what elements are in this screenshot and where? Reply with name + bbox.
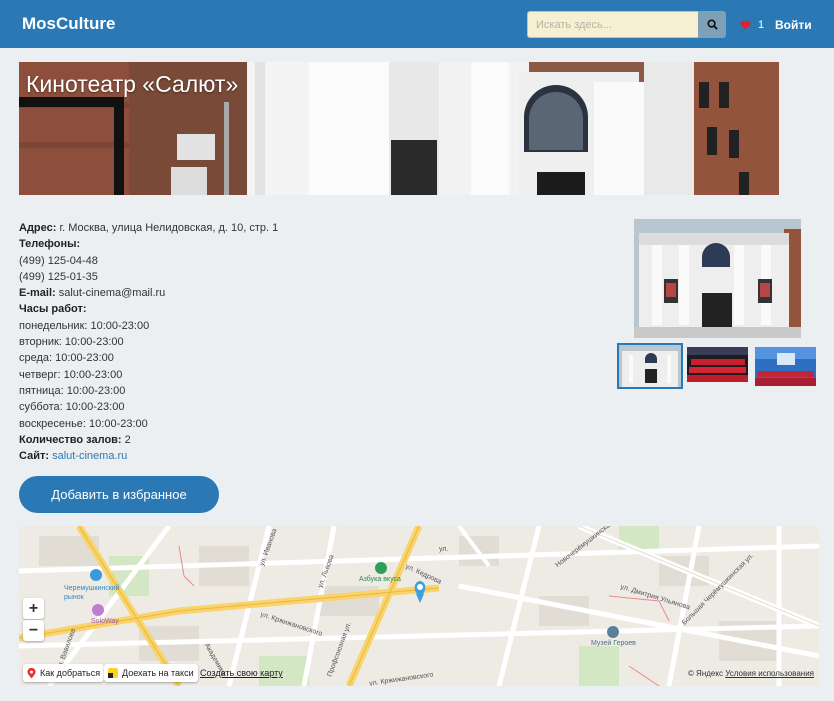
map-zoom-in-button[interactable]: + [23,598,44,619]
site-link[interactable]: salut-cinema.ru [52,450,127,462]
location-pin-icon [27,667,36,678]
map-street-label: ул. [439,546,449,553]
map-taxi-label: Доехать на такси [122,668,194,678]
site-label: Сайт: [19,450,50,463]
favorites-count: 1 [758,19,765,31]
address-value: г. Москва, улица Нелидовская, д. 10, стр… [59,222,279,234]
hours-item: пятница: 10:00-23:00 [19,384,126,397]
map-poi-market: Черемушкинский рынок [64,585,120,601]
hours-item: вторник: 10:00-23:00 [19,336,124,349]
brand-logo[interactable]: MosCulture [22,14,116,34]
map-poi-museum: Музей Героев [591,640,636,647]
hours-item: понедельник: 10:00-23:00 [19,319,150,332]
hero-banner: Кинотеатр «Салют» [19,62,819,195]
hours-item: четверг: 10:00-23:00 [19,368,123,381]
location-map[interactable]: Черемушкинский рынок SoloWay Азбука вкус… [19,526,819,686]
favorites-link[interactable]: 1 [740,19,764,31]
site-row: Сайт: salut-cinema.ru [19,448,579,464]
map-taxi-button[interactable]: Доехать на такси [104,664,198,682]
phones-label: Телефоны: [19,238,81,251]
taxi-icon [108,668,118,678]
halls-row: Количество залов: 2 [19,432,579,448]
map-create-link[interactable]: Создать свою карту [200,668,283,678]
hours-item: воскресенье: 10:00-23:00 [19,417,148,430]
search-icon [706,19,718,30]
map-terms-link[interactable]: Условия использования [725,669,814,678]
email-value: salut-cinema@mail.ru [58,287,166,300]
page-title: Кинотеатр «Салют» [26,71,239,97]
map-zoom-out-button[interactable]: − [23,620,44,641]
phone-item: (499) 125-01-35 [19,270,98,283]
gallery-main-photo[interactable] [634,219,801,338]
phone-item: (499) 125-04-48 [19,254,98,267]
address-row: Адрес: г. Москва, улица Нелидовская, д. … [19,220,579,236]
address-label: Адрес: [19,222,57,234]
hall-blue-thumbnail [755,347,816,386]
venue-info: Адрес: г. Москва, улица Нелидовская, д. … [19,220,579,464]
map-poi-azbuka: Азбука вкуса [359,576,401,583]
gallery-thumbnail[interactable] [687,347,748,382]
heart-icon [740,20,751,30]
map-route-label: Как добраться [40,668,101,678]
hours-item: суббота: 10:00-23:00 [19,401,125,414]
halls-value: 2 [124,433,131,446]
hours-label: Часы работ: [19,303,87,316]
top-navbar: MosCulture 1 Войти [0,0,834,48]
map-copyright: © Яндекс Условия использования [688,669,814,678]
login-link[interactable]: Войти [775,18,812,32]
email-row: E-mail: salut-cinema@mail.ru [19,285,579,301]
search-input[interactable] [527,11,698,38]
map-poi-soloway: SoloWay [91,618,119,625]
add-favorite-button[interactable]: Добавить в избранное [19,476,219,513]
facade-thumbnail [619,345,681,387]
map-copyright-text: © Яндекс [687,669,723,678]
hours-item: среда: 10:00-23:00 [19,352,114,365]
search-bar [527,11,726,38]
gallery-thumbnail[interactable] [617,343,683,389]
search-button[interactable] [698,11,726,38]
email-label: E-mail: [19,287,56,300]
map-route-button[interactable]: Как добраться [23,664,105,682]
gallery-thumbnail[interactable] [755,347,816,386]
facade-photo [634,219,801,338]
halls-label: Количество залов: [19,433,122,446]
hall-red-seats-thumbnail [687,347,748,382]
